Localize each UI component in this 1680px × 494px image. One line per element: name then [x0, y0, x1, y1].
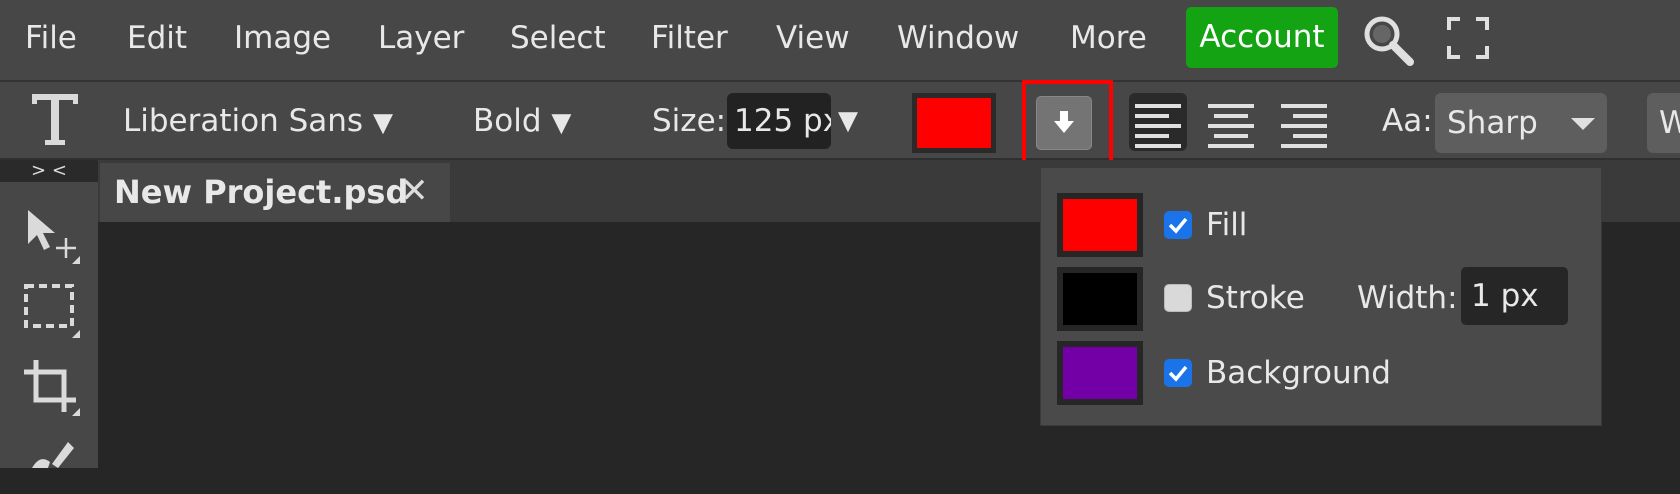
menu-select[interactable]: Select — [510, 16, 606, 60]
tab-title: New Project.psd — [114, 173, 409, 211]
font-weight-value: Bold — [473, 103, 542, 139]
crop-tool-button[interactable] — [22, 358, 80, 416]
fill-color-swatch — [1063, 199, 1137, 251]
menu-window[interactable]: Window — [897, 16, 1019, 60]
marquee-tool-button[interactable] — [22, 280, 80, 338]
align-center-icon — [1208, 104, 1254, 148]
search-icon[interactable] — [1358, 10, 1418, 70]
stroke-checkbox[interactable] — [1164, 284, 1192, 312]
warp-select[interactable]: W — [1647, 93, 1680, 153]
warp-label: W — [1659, 105, 1680, 141]
type-tool-icon — [30, 90, 80, 148]
move-tool-button[interactable] — [22, 206, 80, 264]
antialias-value: Sharp — [1447, 105, 1538, 141]
menu-file[interactable]: File — [25, 16, 77, 60]
fullscreen-icon[interactable] — [1446, 16, 1490, 60]
menu-more[interactable]: More — [1070, 16, 1147, 60]
size-label: Size: — [652, 103, 727, 139]
align-right-button[interactable] — [1275, 93, 1333, 151]
background-label: Background — [1206, 355, 1391, 391]
stroke-width-value: 1 px — [1471, 278, 1539, 314]
stroke-color-swatch — [1063, 273, 1137, 325]
font-family-select[interactable]: Liberation Sans ▼ — [123, 99, 393, 145]
size-dropdown-arrow-icon[interactable]: ▼ — [838, 99, 858, 143]
stroke-width-label: Width: — [1357, 280, 1458, 316]
options-bar: Liberation Sans ▼ Bold ▼ Size: 125 px ▼ … — [0, 82, 1680, 160]
dropdown-arrow-icon: ▼ — [372, 108, 393, 138]
menu-view[interactable]: View — [776, 16, 850, 60]
brush-tool-button[interactable] — [22, 436, 80, 494]
close-icon[interactable]: ✕ — [400, 169, 429, 213]
stroke-color-button[interactable] — [1057, 267, 1143, 331]
background-checkbox[interactable] — [1164, 359, 1192, 387]
marquee-icon — [24, 284, 80, 338]
menu-layer[interactable]: Layer — [378, 16, 464, 60]
move-arrow-icon — [28, 210, 80, 264]
crop-icon — [24, 360, 80, 416]
align-left-icon — [1135, 104, 1181, 148]
menu-bar: File Edit Image Layer Select Filter View… — [0, 0, 1680, 82]
background-color-swatch — [1063, 347, 1137, 399]
checkmark-icon — [1168, 365, 1188, 382]
font-family-value: Liberation Sans — [123, 103, 364, 139]
dropdown-arrow-icon: ▼ — [551, 108, 572, 138]
tools-panel — [0, 160, 98, 468]
size-input[interactable]: 125 px — [727, 93, 831, 149]
menu-filter[interactable]: Filter — [651, 16, 728, 60]
chevron-down-icon — [1571, 118, 1595, 130]
document-tab[interactable]: New Project.psd ✕ — [100, 163, 450, 222]
fill-checkbox[interactable] — [1164, 211, 1192, 239]
menu-edit[interactable]: Edit — [127, 16, 187, 60]
text-color-swatch — [917, 98, 991, 148]
checkmark-icon — [1168, 217, 1188, 234]
stroke-label: Stroke — [1206, 280, 1305, 316]
brush-icon — [32, 442, 74, 468]
size-value: 125 px — [734, 103, 831, 139]
fill-options-popover: Fill Stroke Width: 1 px Background — [1040, 167, 1602, 426]
align-center-button[interactable] — [1202, 93, 1260, 151]
antialias-label: Aa: — [1382, 103, 1433, 139]
collapse-panels-toggle[interactable]: > < — [0, 160, 98, 182]
text-color-button[interactable] — [912, 93, 996, 153]
background-color-button[interactable] — [1057, 341, 1143, 405]
account-button[interactable]: Account — [1186, 7, 1338, 68]
stroke-width-input[interactable]: 1 px — [1461, 267, 1568, 325]
highlight-annotation — [1022, 80, 1113, 169]
menu-image[interactable]: Image — [234, 16, 331, 60]
fill-label: Fill — [1206, 207, 1248, 243]
align-left-button[interactable] — [1129, 93, 1187, 151]
antialias-select[interactable]: Sharp — [1435, 93, 1607, 153]
fill-color-button[interactable] — [1057, 193, 1143, 257]
align-right-icon — [1281, 104, 1327, 148]
font-weight-select[interactable]: Bold ▼ — [473, 99, 571, 145]
